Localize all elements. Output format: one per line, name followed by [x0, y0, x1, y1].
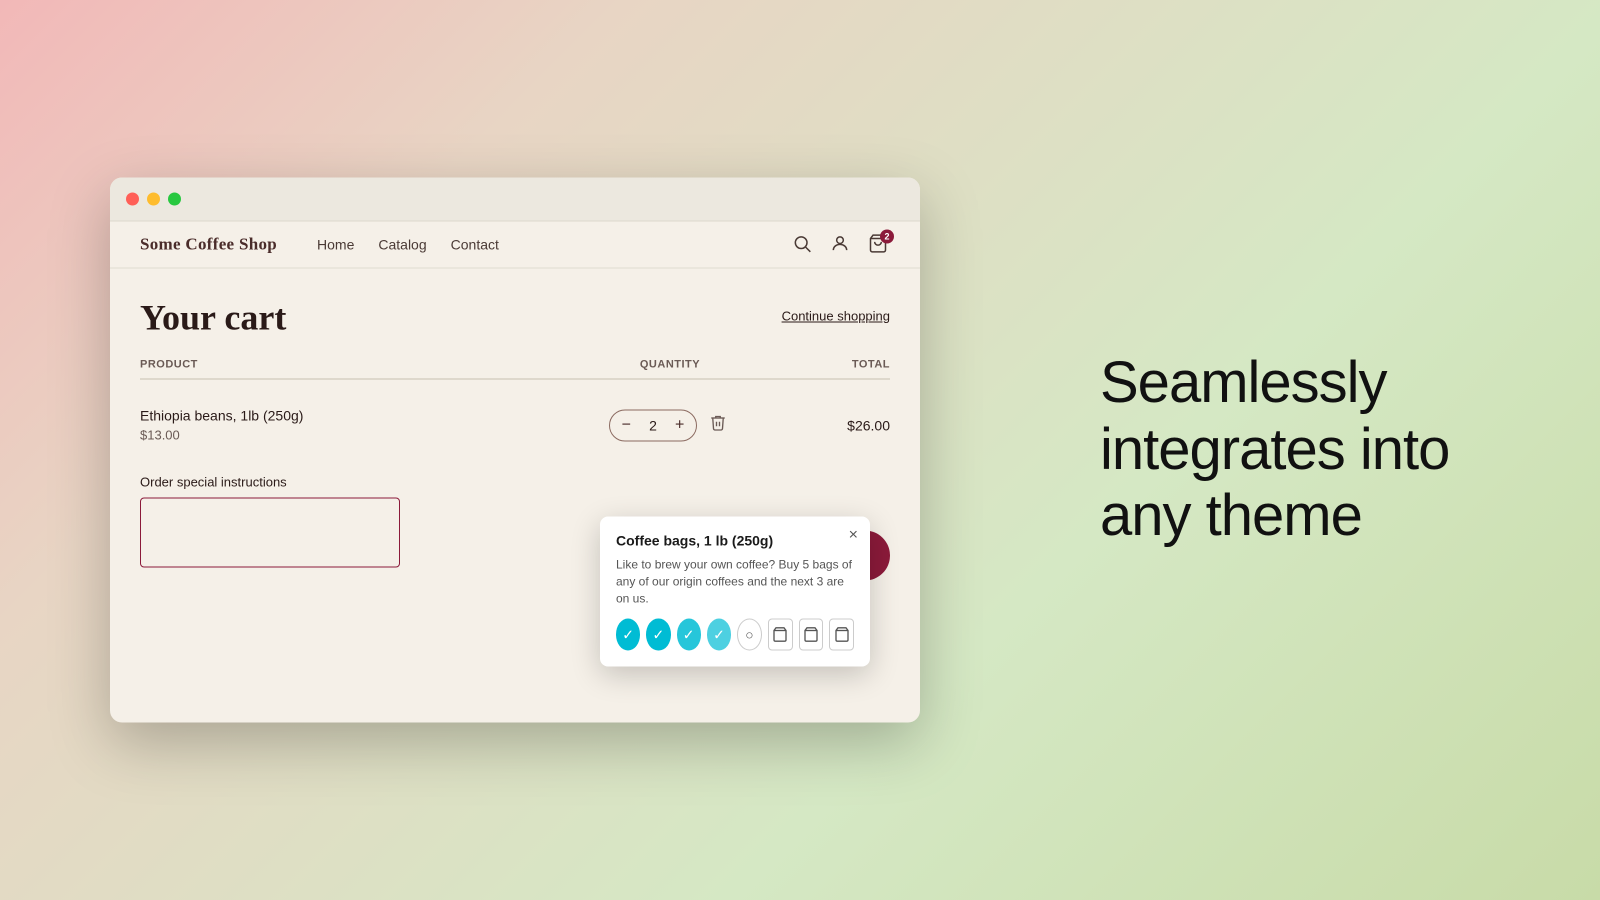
nav-contact[interactable]: Contact: [451, 237, 499, 253]
page-content: Your cart Continue shopping PRODUCT QUAN…: [110, 269, 920, 601]
popup-icon-2[interactable]: ✓: [646, 619, 670, 651]
nav-catalog[interactable]: Catalog: [378, 237, 426, 253]
popup-icon-3[interactable]: ✓: [677, 619, 701, 651]
right-panel: Seamlessly integrates into any theme: [1100, 350, 1520, 550]
window-controls: [126, 193, 181, 206]
item-name: Ethiopia beans, 1lb (250g): [140, 408, 570, 424]
popup-description: Like to brew your own coffee? Buy 5 bags…: [616, 557, 854, 607]
nav-home[interactable]: Home: [317, 237, 354, 253]
special-instructions-input[interactable]: [140, 498, 400, 568]
cart-title: Your cart: [140, 297, 286, 339]
col-total: TOTAL: [770, 359, 890, 371]
cart-item: Ethiopia beans, 1lb (250g) $13.00 − 2 + …: [140, 396, 890, 455]
maximize-button[interactable]: [168, 193, 181, 206]
quantity-wrapper: − 2 +: [609, 409, 698, 441]
cart-badge: 2: [880, 230, 894, 244]
item-info: Ethiopia beans, 1lb (250g) $13.00: [140, 408, 570, 443]
cart-header: Your cart Continue shopping: [140, 297, 890, 339]
popup-icons-row: ✓ ✓ ✓ ✓ ○: [616, 619, 854, 651]
quantity-value: 2: [643, 417, 663, 433]
brand-logo: Some Coffee Shop: [140, 235, 277, 255]
tagline-line1: Seamlessly: [1100, 350, 1387, 415]
account-icon[interactable]: [830, 234, 852, 256]
popup-bag-3[interactable]: [829, 619, 854, 651]
popup-close-button[interactable]: ×: [849, 527, 858, 545]
table-header: PRODUCT QUANTITY TOTAL: [140, 359, 890, 380]
col-quantity: QUANTITY: [570, 359, 770, 371]
cart-icon[interactable]: 2: [868, 234, 890, 256]
popup-tooltip: × Coffee bags, 1 lb (250g) Like to brew …: [600, 517, 870, 667]
browser-window: Some Coffee Shop Home Catalog Contact 2: [110, 178, 920, 723]
nav-icons: 2: [792, 234, 890, 256]
delete-item-button[interactable]: [705, 410, 731, 441]
continue-shopping-link[interactable]: Continue shopping: [782, 297, 890, 324]
item-total: $26.00: [770, 417, 890, 433]
nav-bar: Some Coffee Shop Home Catalog Contact 2: [110, 222, 920, 269]
col-product: PRODUCT: [140, 359, 570, 371]
popup-title: Coffee bags, 1 lb (250g): [616, 533, 854, 549]
popup-bag-2[interactable]: [799, 619, 824, 651]
popup-icon-4[interactable]: ✓: [707, 619, 731, 651]
increase-qty-button[interactable]: +: [663, 410, 696, 440]
popup-bag-1[interactable]: [768, 619, 793, 651]
title-bar: [110, 178, 920, 222]
tagline-line2: integrates into: [1100, 417, 1449, 482]
quantity-control: − 2 +: [570, 409, 770, 441]
nav-links: Home Catalog Contact: [317, 237, 792, 253]
tagline-line3: any theme: [1100, 483, 1362, 548]
search-icon[interactable]: [792, 234, 814, 256]
close-button[interactable]: [126, 193, 139, 206]
popup-icon-1[interactable]: ✓: [616, 619, 640, 651]
decrease-qty-button[interactable]: −: [610, 410, 643, 440]
special-instructions-label: Order special instructions: [140, 475, 890, 490]
popup-icon-5[interactable]: ○: [737, 619, 762, 651]
item-price: $13.00: [140, 428, 570, 443]
minimize-button[interactable]: [147, 193, 160, 206]
